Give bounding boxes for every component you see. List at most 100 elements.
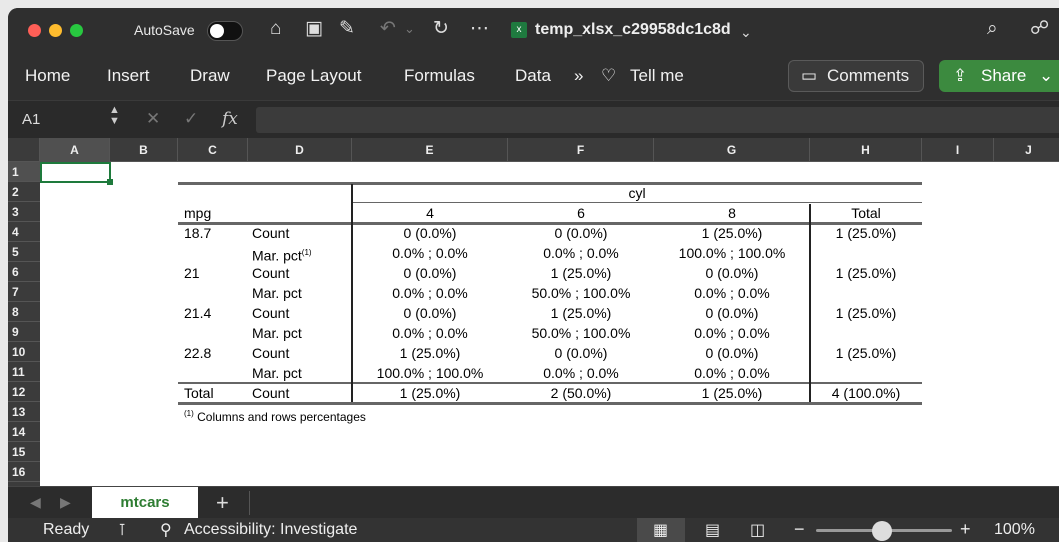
row-header[interactable]: 1 [8,162,40,182]
column-header[interactable]: A [40,138,110,162]
stat-label: Count [252,385,290,401]
row-header[interactable]: 5 [8,242,40,262]
tab-formulas[interactable]: Formulas [404,66,475,86]
col-head: 8 [728,205,736,221]
tab-draw[interactable]: Draw [190,66,230,86]
row-header[interactable]: 7 [8,282,40,302]
tab-home[interactable]: Home [25,66,70,86]
page-layout-view-icon[interactable]: ▤ [705,520,720,540]
column-header[interactable]: F [508,138,654,162]
row-header[interactable]: 13 [8,402,40,422]
table-cell: 0 (0.0%) [403,305,457,321]
column-header[interactable]: J [994,138,1059,162]
undo-icon[interactable]: ↶ [380,18,396,40]
function-icon[interactable]: fx [222,109,238,129]
cancel-icon[interactable]: ✕ [146,109,160,129]
sheet-tab-mtcars[interactable]: mtcars [92,487,198,519]
more-tabs-icon[interactable]: » [574,66,583,86]
normal-view-button[interactable]: ▦ [637,518,685,542]
stat-label-with-note: Mar. pct(1) [252,243,312,264]
column-header[interactable]: C [178,138,248,162]
close-window-button[interactable] [28,24,41,37]
row-header[interactable]: 6 [8,262,40,282]
grid-icon: ▦ [653,522,669,539]
home-icon[interactable]: ⌂ [270,18,281,40]
table-cell: 0.0% ; 0.0% [392,325,468,341]
excel-file-icon: x [511,22,527,38]
save-as-icon[interactable]: ✎ [339,18,355,40]
mpg-value: 22.8 [184,345,212,361]
minimize-window-button[interactable] [49,24,62,37]
lightbulb-icon: ♡ [601,66,617,85]
column-header[interactable]: G [654,138,810,162]
table-cell: 1 (25.0%) [701,385,763,401]
stat-label: Mar. pct [252,325,302,341]
comments-button[interactable]: ▭ Comments [788,60,924,92]
more-icon[interactable]: ⋯ [470,18,489,40]
zoom-level[interactable]: 100% [994,521,1035,539]
save-icon[interactable]: ▣ [305,18,323,40]
table-cell: 1 (25.0%) [550,305,612,321]
row-header[interactable]: 4 [8,222,40,242]
footnote-ref: (1) [301,248,312,257]
zoom-slider-thumb[interactable] [872,521,892,541]
column-header[interactable]: I [922,138,994,162]
macro-record-icon[interactable]: ⊺ [118,520,126,540]
stat-label: Count [252,265,290,281]
row-header[interactable]: 14 [8,422,40,442]
table-cell: 0.0% ; 0.0% [392,245,468,261]
title-bar: AutoSave ⌂ ▣ ✎ ↶ ⌄ ↻ ⋯ x temp_xlsx_c2995… [8,8,1059,52]
tab-data[interactable]: Data [515,66,551,86]
row-header[interactable]: 8 [8,302,40,322]
fill-handle[interactable] [107,179,113,185]
cell-area[interactable]: cyl mpg 4 6 8 Total 18.7 Count 0 (0.0%) … [40,162,1059,486]
prev-sheet-icon[interactable]: ◀ [30,494,41,511]
name-box[interactable]: A1 [22,111,40,128]
comments-label: Comments [827,66,910,85]
page-break-view-icon[interactable]: ◫ [750,520,765,540]
row-header[interactable]: 2 [8,182,40,202]
zoom-in-button[interactable]: + [960,519,971,540]
tab-page-layout[interactable]: Page Layout [266,66,361,86]
spreadsheet-grid: A B C D E F G H I J 1 2 3 4 5 6 7 8 9 10… [8,138,1059,486]
title-chevron-icon[interactable]: ⌄ [740,21,752,43]
accessibility-icon[interactable]: ⚲ [160,520,172,540]
tab-insert[interactable]: Insert [107,66,150,86]
undo-dropdown-icon[interactable]: ⌄ [404,18,415,40]
row-header[interactable]: 11 [8,362,40,382]
zoom-window-button[interactable] [70,24,83,37]
column-header[interactable]: B [110,138,178,162]
accessibility-status[interactable]: Accessibility: Investigate [184,521,357,539]
table-cell: 1 (25.0%) [399,385,461,401]
row-header[interactable]: 10 [8,342,40,362]
confirm-icon[interactable]: ✓ [184,109,198,129]
divider [249,491,250,515]
row-header[interactable]: 16 [8,462,40,482]
table-cell: 0.0% ; 0.0% [543,365,619,381]
formula-input[interactable] [256,107,1059,133]
total-label: Total [184,385,214,401]
column-header[interactable]: E [352,138,508,162]
share-button[interactable]: ⇪ Share ⌄ [939,60,1059,92]
column-header[interactable]: H [810,138,922,162]
redo-icon[interactable]: ↻ [433,18,449,40]
table-cell: 0.0% ; 0.0% [694,365,770,381]
share-people-icon[interactable]: ☍ [1030,18,1049,40]
next-sheet-icon[interactable]: ▶ [60,494,71,511]
active-cell[interactable] [40,162,111,183]
row-header[interactable]: 3 [8,202,40,222]
table-cell: 0.0% ; 0.0% [392,285,468,301]
autosave-toggle[interactable] [207,21,243,41]
row-header[interactable]: 15 [8,442,40,462]
name-box-stepper-icon[interactable]: ▲ ▼ [109,105,120,127]
tell-me-search[interactable]: Tell me [630,66,684,86]
document-title[interactable]: temp_xlsx_c29958dc1c8d [535,21,731,39]
select-all-corner[interactable] [8,138,40,162]
column-header[interactable]: D [248,138,352,162]
table-cell: 0.0% ; 0.0% [694,325,770,341]
row-header[interactable]: 12 [8,382,40,402]
search-icon[interactable]: ⌕ [987,18,998,40]
add-sheet-button[interactable]: + [216,490,229,516]
zoom-out-button[interactable]: − [794,519,805,540]
row-header[interactable]: 9 [8,322,40,342]
